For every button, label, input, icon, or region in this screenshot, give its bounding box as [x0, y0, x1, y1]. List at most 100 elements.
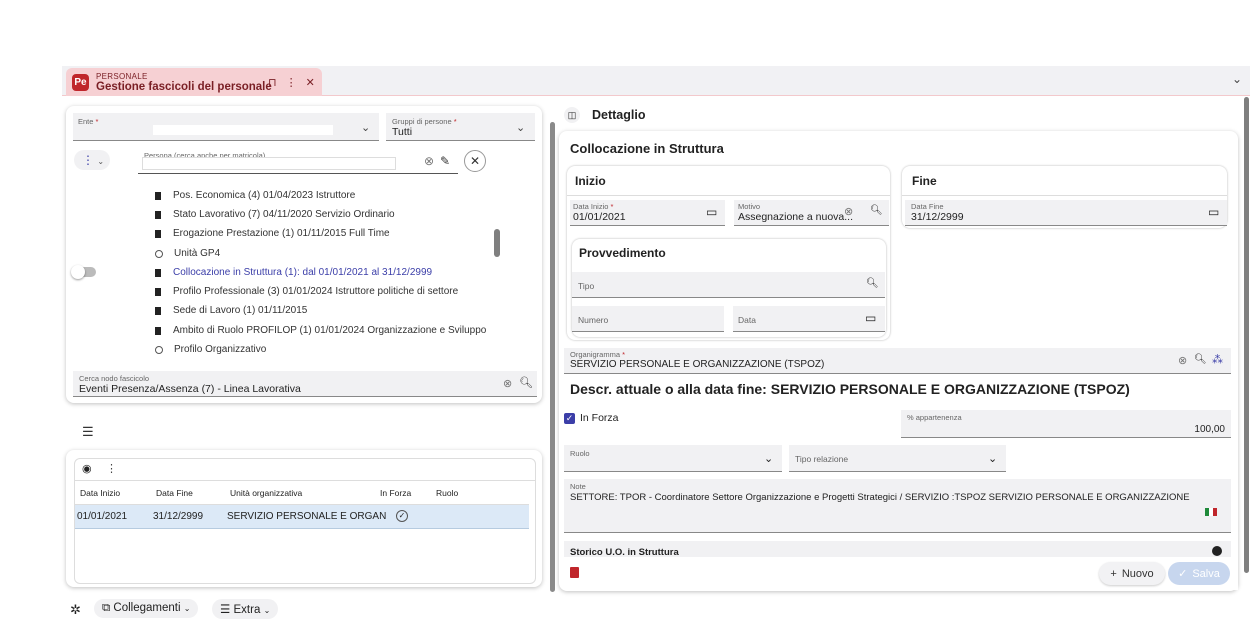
note-textarea[interactable]: Note SETTORE: TPOR - Coordinatore Settor… [564, 479, 1231, 533]
search-icon[interactable]: 🔍︎ [519, 376, 533, 389]
col-data-fine[interactable]: Data Fine [156, 488, 193, 498]
tree-item[interactable]: Profilo Professionale (3) 01/01/2024 Ist… [155, 286, 458, 297]
cell-unita: SERVIZIO PERSONALE E ORGAN [227, 511, 387, 522]
bookmark-icon[interactable]: ⊓ [268, 77, 277, 89]
tree-item[interactable]: Profilo Organizzativo [155, 344, 266, 355]
clear-icon[interactable]: ⊗ [1178, 354, 1187, 367]
tab-module-label: PERSONALE [96, 72, 148, 81]
more-vert-icon[interactable]: ⋮ [286, 77, 297, 89]
list-icon[interactable]: ☰ [82, 424, 94, 440]
tree-item[interactable]: Pos. Economica (4) 01/04/2023 Istruttore [155, 190, 355, 201]
appartenenza-field[interactable]: % appartenenza 100,00 [901, 410, 1231, 438]
search-icon[interactable]: 🔍︎ [870, 205, 883, 216]
section-title: Collocazione in Struttura [570, 141, 724, 156]
tree-item[interactable]: Stato Lavorativo (7) 04/11/2020 Servizio… [155, 209, 395, 220]
storico-panel[interactable]: Storico U.O. in Struttura [564, 541, 1231, 557]
in-forza-label: In Forza [580, 412, 619, 424]
data-provvedimento-field[interactable]: Data ▭ [733, 306, 885, 332]
calendar-icon[interactable]: ▭ [706, 205, 717, 219]
salva-label: Salva [1192, 567, 1220, 580]
page-scrollbar[interactable] [1244, 97, 1249, 573]
collegamenti-label: Collegamenti [113, 602, 181, 614]
toggle-switch[interactable] [71, 265, 96, 279]
document-icon [155, 229, 161, 238]
ente-select[interactable]: Ente * ⌄ [73, 113, 379, 141]
ruolo-select[interactable]: Ruolo ⌄ [564, 445, 782, 472]
motivo-field[interactable]: Motivo Assegnazione a nuova... ⊗ 🔍︎ [734, 200, 889, 226]
clear-icon[interactable]: ⊗ [844, 205, 853, 218]
tipo-placeholder: Tipo [578, 281, 595, 291]
tree-menu-button[interactable]: ⋮ ⌄ [74, 150, 110, 170]
tree-item-label: Collocazione in Struttura (1): dal 01/01… [173, 267, 433, 278]
search-icon[interactable]: 🔍︎ [866, 278, 879, 289]
gruppi-select[interactable]: Gruppi di persone * Tutti ⌄ [386, 113, 535, 141]
col-in-forza[interactable]: In Forza [380, 488, 411, 498]
divider [567, 195, 890, 196]
motivo-label: Motivo [738, 202, 761, 211]
close-icon[interactable]: ✕ [306, 77, 315, 89]
ruolo-label: Ruolo [570, 449, 590, 458]
fine-title: Fine [912, 174, 937, 188]
gruppi-value: Tutti [392, 126, 413, 138]
organigramma-field[interactable]: Organigramma * SERVIZIO PERSONALE E ORGA… [564, 348, 1231, 374]
settings-gear-icon[interactable]: ✲ [70, 602, 81, 618]
document-icon [155, 326, 161, 335]
cell-data-inizio: 01/01/2021 [77, 511, 128, 522]
note-value: SETTORE: TPOR - Coordinatore Settore Org… [570, 492, 1190, 503]
trash-icon[interactable] [570, 567, 579, 578]
tree-item[interactable]: Collocazione in Struttura (1): dal 01/01… [155, 267, 432, 278]
sidebar-toggle-icon[interactable]: ◫ [564, 107, 580, 123]
expand-icon[interactable] [1212, 546, 1222, 556]
menu-icon: ☰ [220, 604, 231, 616]
circle-icon [155, 249, 163, 258]
hierarchy-icon[interactable]: ⁂ [1212, 353, 1223, 366]
organigramma-label: Organigramma [570, 350, 621, 359]
tree-item-label: Profilo Organizzativo [174, 344, 267, 355]
chevron-down-icon: ⌄ [361, 122, 371, 134]
tree-item[interactable]: Ambito di Ruolo PROFILOP (1) 01/01/2024 … [155, 325, 486, 336]
chevron-down-icon[interactable]: ⌄ [1232, 72, 1242, 86]
close-icon[interactable]: ✕ [464, 150, 486, 172]
document-icon [155, 210, 161, 219]
in-forza-checkbox[interactable]: ✓ [564, 413, 575, 424]
inizio-title: Inizio [575, 174, 606, 188]
document-icon [155, 287, 161, 296]
search-icon[interactable]: 🔍︎ [1194, 354, 1207, 365]
clear-icon[interactable]: ⊗ [503, 377, 512, 390]
col-ruolo[interactable]: Ruolo [436, 488, 458, 498]
cerca-value: Eventi Presenza/Assenza (7) - Linea Lavo… [79, 383, 301, 395]
calendar-icon[interactable]: ▭ [865, 311, 876, 325]
edit-icon[interactable]: ✎ [440, 154, 450, 168]
tipo-relazione-select[interactable]: Tipo relazione ⌄ [789, 445, 1006, 472]
tree-item[interactable]: Erogazione Prestazione (1) 01/11/2015 Fu… [155, 228, 390, 239]
calendar-icon[interactable]: ▭ [1208, 205, 1219, 219]
nuovo-button[interactable]: + Nuovo [1099, 562, 1165, 585]
data-fine-label: Data Fine [911, 202, 944, 211]
more-vert-icon[interactable]: ⋮ [106, 462, 117, 475]
persona-input-box[interactable] [142, 157, 396, 170]
persona-input[interactable]: Persona (cerca anche per matricola) ⊗ ✎ [138, 150, 458, 174]
data-fine-value: 31/12/2999 [911, 211, 964, 223]
tipo-field[interactable]: Tipo 🔍︎ [572, 272, 885, 298]
tree-item-label: Pos. Economica (4) 01/04/2023 Istruttore [173, 190, 356, 201]
panel-splitter[interactable] [550, 122, 555, 592]
collegamenti-button[interactable]: ⧉ Collegamenti ⌄ [94, 599, 199, 618]
italian-flag-icon[interactable] [1205, 508, 1217, 516]
note-label: Note [570, 482, 586, 491]
tree-item[interactable]: Sede di Lavoro (1) 01/11/2015 [155, 305, 307, 316]
salva-button[interactable]: ✓ Salva [1168, 562, 1230, 585]
eye-icon[interactable]: ◉ [82, 462, 92, 475]
numero-placeholder: Numero [578, 315, 609, 325]
extra-button[interactable]: ☰ Extra ⌄ [212, 599, 279, 619]
table-row[interactable]: 01/01/2021 31/12/2999 SERVIZIO PERSONALE… [75, 505, 529, 529]
numero-field[interactable]: Numero [572, 306, 724, 332]
data-fine-field[interactable]: Data Fine 31/12/2999 ▭ [905, 200, 1227, 226]
tree-scrollbar[interactable] [494, 229, 500, 257]
data-inizio-field[interactable]: Data Inizio * 01/01/2021 ▭ [570, 200, 725, 226]
col-unita[interactable]: Unità organizzativa [230, 488, 302, 498]
tree-item[interactable]: Unità GP4 [155, 248, 220, 259]
col-data-inizio[interactable]: Data Inizio [80, 488, 120, 498]
tree-item-label: Sede di Lavoro (1) 01/11/2015 [173, 305, 308, 316]
clear-icon[interactable]: ⊗ [424, 154, 434, 168]
cerca-nodo-input[interactable]: Cerca nodo fascicolo Eventi Presenza/Ass… [73, 371, 537, 397]
